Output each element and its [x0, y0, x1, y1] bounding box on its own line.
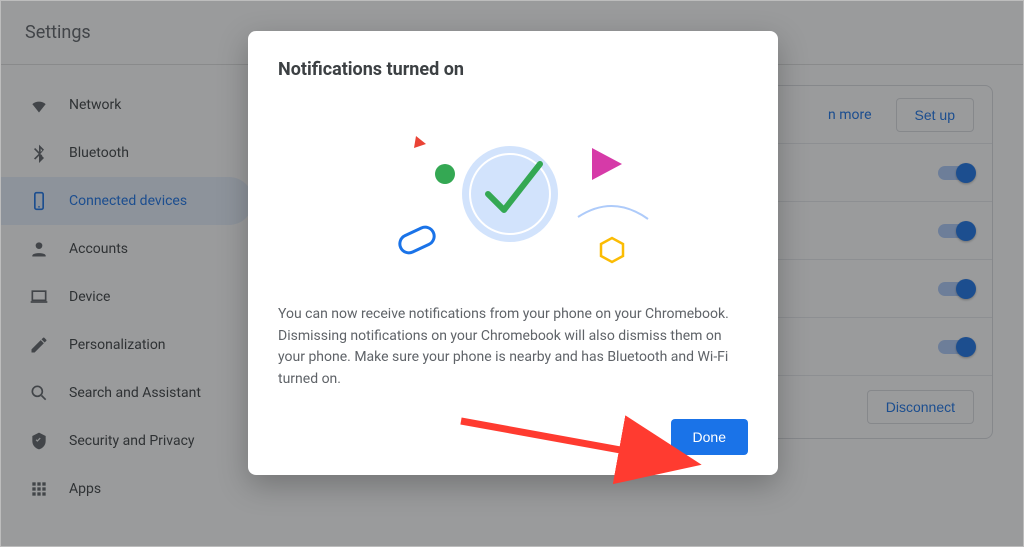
done-button[interactable]: Done [671, 419, 748, 455]
dialog-body-text: You can now receive notifications from y… [278, 304, 748, 391]
success-illustration [278, 114, 748, 284]
notifications-dialog: Notifications turned on You [248, 31, 778, 475]
dialog-title: Notifications turned on [278, 59, 748, 80]
